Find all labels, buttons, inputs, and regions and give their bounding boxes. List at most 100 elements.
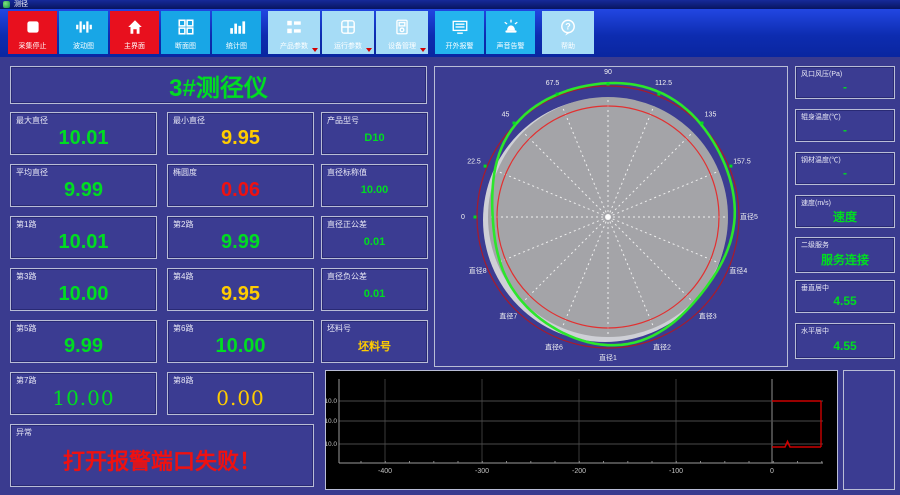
svg-text:-300: -300: [475, 468, 489, 475]
toolbar-button-label: 运行参数: [334, 43, 362, 50]
toolbar-button-stop-capture[interactable]: 采集停止: [8, 11, 57, 54]
field-product-model: 产品型号 D10: [321, 112, 428, 155]
toolbar-button-help[interactable]: ? 帮助: [542, 11, 594, 54]
window-title: 测径: [14, 1, 28, 8]
field-value: 10.01: [58, 230, 109, 253]
field-value: 10.01: [58, 126, 109, 149]
status-value: -: [843, 80, 847, 94]
field-value: 0.01: [363, 288, 386, 300]
gauge-title: 3#测径仪: [10, 66, 427, 104]
status-value: 4.55: [833, 294, 857, 308]
svg-text:-100: -100: [669, 468, 683, 475]
toolbar-button-sound-alarm[interactable]: 声音告警: [486, 11, 535, 54]
svg-text:直径8: 直径8: [469, 266, 487, 275]
status-value: -: [843, 166, 847, 180]
field-value: 0.06: [221, 178, 260, 201]
field-channel-2: 第2路 9.99: [167, 216, 314, 259]
diameter-gauge-app: 测径 采集停止 波动图 主界面 断面图 统计图 产品参数 运行参数 设备管理 开外报警 声音告警?…: [0, 0, 900, 495]
app-icon: [3, 1, 10, 8]
field-channel-8: 第8路 0.00: [167, 372, 314, 415]
list-icon: [285, 16, 303, 38]
status-value: 速度: [832, 209, 857, 224]
toolbar-button-label: 采集停止: [18, 43, 47, 50]
status-panel-steel-temp: 钢材温度(℃) -: [795, 152, 895, 185]
cross-section-panel: 0 22.5 45 67.5 90 112.5 135 157.5 直径5 直径4 直径3 直径2 直径…: [434, 66, 788, 367]
toolbar-button-product-params[interactable]: 产品参数: [268, 11, 320, 54]
status-panel-vertical-center: 垂直居中 4.55: [795, 280, 895, 313]
svg-text:10.0: 10.0: [326, 441, 337, 448]
toolbar-button-run-params[interactable]: 运行参数: [322, 11, 374, 54]
field-max-diameter: 最大直径 10.01: [10, 112, 157, 155]
svg-text:90: 90: [604, 69, 612, 76]
field-avg-diameter: 平均直径 9.99: [10, 164, 157, 207]
toolbar-button-stats-chart[interactable]: 统计图: [212, 11, 261, 54]
status-panel-horizontal-center: 水平居中 4.55: [795, 323, 895, 359]
home-icon: [126, 16, 144, 38]
toolbar-button-label: 设备管理: [388, 43, 416, 50]
status-panel-air-pressure: 风口风压(Pa) -: [795, 66, 895, 99]
svg-text:135: 135: [705, 112, 717, 119]
dropdown-arrow-icon: [366, 48, 372, 52]
bottom-right-panel: [843, 370, 895, 490]
status-panel-speed: 速度(m/s) 速度: [795, 195, 895, 228]
field-ovality: 椭圆度 0.06: [167, 164, 314, 207]
trend-chart: 10.0 10.0 10.0 -400 -300 -200 -100 0: [324, 379, 823, 475]
toolbar-button-label: 声音告警: [496, 43, 525, 50]
svg-text:直径2: 直径2: [653, 342, 671, 351]
monitor-icon: [451, 16, 469, 38]
toolbar-button-section-view[interactable]: 断面图: [161, 11, 210, 54]
field-value: 9.99: [64, 178, 103, 201]
bars-icon: [228, 16, 246, 38]
field-channel-4: 第4路 9.95: [167, 268, 314, 311]
toolbar-button-label: 主界面: [124, 43, 145, 50]
toolbar-button-label: 开外报警: [445, 43, 474, 50]
svg-text:0: 0: [770, 468, 774, 475]
toolbar: 采集停止 波动图 主界面 断面图 统计图 产品参数 运行参数 设备管理 开外报警 声音告警 ? 帮助: [0, 9, 900, 57]
field-value: D10: [364, 132, 385, 144]
svg-text:0: 0: [461, 214, 465, 221]
field-value: 9.99: [221, 230, 260, 253]
svg-text:直径6: 直径6: [545, 342, 563, 351]
toolbar-button-label: 统计图: [226, 43, 247, 50]
svg-text:10.0: 10.0: [326, 418, 337, 425]
alarm-icon: [502, 16, 520, 38]
status-value: 服务连接: [820, 253, 869, 267]
field-value: 9.95: [221, 126, 260, 149]
field-value: 9.95: [221, 282, 260, 305]
toolbar-button-wave-chart[interactable]: 波动图: [59, 11, 108, 54]
field-channel-1: 第1路 10.01: [10, 216, 157, 259]
field-value: 坯料号: [358, 341, 391, 353]
toolbar-button-label: 帮助: [561, 43, 575, 50]
field-value: 0.01: [363, 236, 386, 248]
field-channel-3: 第3路 10.00: [10, 268, 157, 311]
svg-text:直径1: 直径1: [599, 353, 617, 362]
trend-chart-panel: 10.0 10.0 10.0 -400 -300 -200 -100 0: [324, 370, 838, 490]
field-plus-tolerance: 直径正公差 0.01: [321, 216, 428, 259]
status-panel-l2-service: 二级服务 服务连接: [795, 237, 895, 273]
field-nominal-diameter: 直径标称值 10.00: [321, 164, 428, 207]
field-min-diameter: 最小直径 9.95: [167, 112, 314, 155]
field-value: 10.00: [58, 282, 109, 305]
field-value: 10.00: [360, 184, 389, 196]
toolbar-button-label: 断面图: [175, 43, 196, 50]
svg-text:157.5: 157.5: [733, 159, 751, 166]
svg-text:直径3: 直径3: [699, 312, 717, 321]
svg-text:10.0: 10.0: [326, 398, 337, 405]
cross-section-chart: 0 22.5 45 67.5 90 112.5 135 157.5 直径5 直径4 直径3 直径2 直径…: [461, 69, 758, 362]
svg-text:直径7: 直径7: [499, 312, 517, 321]
svg-text:112.5: 112.5: [655, 80, 672, 87]
toolbar-button-device-mgmt[interactable]: 设备管理: [376, 11, 428, 54]
waveform-icon: [75, 16, 93, 38]
toolbar-button-main-view[interactable]: 主界面: [110, 11, 159, 54]
stop-icon: [24, 16, 42, 38]
field-value: 10.00: [52, 386, 115, 410]
field-billet-no: 坯料号 坯料号: [321, 320, 428, 363]
toolbar-button-external-alarm[interactable]: 开外报警: [435, 11, 484, 54]
svg-text:-400: -400: [378, 468, 392, 475]
svg-text:直径4: 直径4: [729, 266, 747, 275]
field-value: 0.00: [216, 386, 265, 410]
window-titlebar: 测径: [0, 0, 900, 9]
status-value: -: [843, 123, 847, 137]
svg-text:22.5: 22.5: [467, 159, 481, 166]
status-panel-roll-temp: 辊身温度(℃) -: [795, 109, 895, 142]
